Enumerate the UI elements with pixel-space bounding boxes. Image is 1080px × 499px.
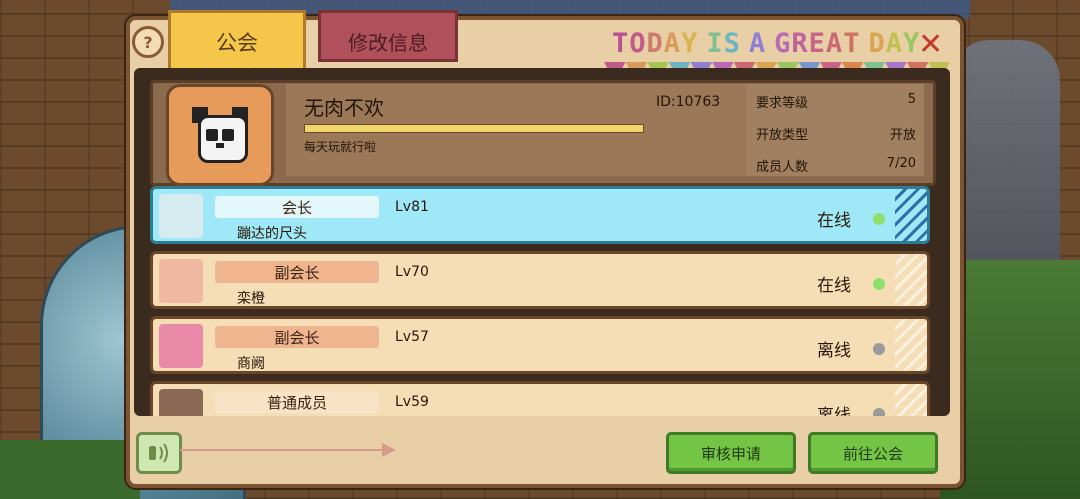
zigzag-decoration <box>895 189 927 241</box>
member-role: 副会长 <box>215 261 379 283</box>
stat-open-type: 开放类型 开放 <box>756 128 916 143</box>
stat-member-count: 成员人数 7/20 <box>756 156 916 175</box>
guild-id: ID:10763 <box>656 94 721 110</box>
status-dot-icon <box>873 278 885 290</box>
guild-motto: 每天玩就行啦 <box>304 140 377 154</box>
tab-guild[interactable]: 公会 <box>168 10 306 76</box>
guild-avatar[interactable] <box>166 84 274 186</box>
member-avatar <box>159 259 203 303</box>
member-name: 商阙 <box>237 356 265 372</box>
stat-required-level: 要求等级 5 <box>756 92 916 111</box>
member-name: 栾橙 <box>237 291 265 307</box>
member-level: Lv59 <box>395 394 429 410</box>
member-row[interactable]: 副会长 栾橙 Lv70 在线 <box>150 251 930 309</box>
member-row[interactable]: 会长 蹦达的尺头 Lv81 在线 <box>150 186 930 244</box>
status-dot-icon <box>873 343 885 355</box>
member-role: 普通成员 <box>215 391 379 413</box>
guild-exp-bar <box>304 124 644 133</box>
status-dot-icon <box>873 213 885 225</box>
tab-edit-info[interactable]: 修改信息 <box>318 10 458 62</box>
member-status: 在线 <box>817 211 851 231</box>
member-status: 离线 <box>817 341 851 361</box>
banner-title: TODAY IS A GREAT DAY <box>612 28 921 59</box>
member-avatar <box>159 194 203 238</box>
member-role: 会长 <box>215 196 379 218</box>
status-dot-icon <box>873 408 885 416</box>
voice-icon[interactable] <box>136 432 182 474</box>
goto-guild-button[interactable]: 前往公会 <box>808 432 938 474</box>
member-name: 蹦达的尺头 <box>237 226 307 242</box>
close-icon[interactable]: ✕ <box>918 30 943 60</box>
review-applications-button[interactable]: 审核申请 <box>666 432 796 474</box>
question-icon[interactable]: ? <box>132 26 164 58</box>
guild-name: 无肉不欢 <box>304 96 384 120</box>
zigzag-decoration <box>895 254 927 306</box>
member-avatar <box>159 389 203 416</box>
zigzag-decoration <box>895 384 927 416</box>
zigzag-decoration <box>895 319 927 371</box>
bushes-left <box>0 440 140 499</box>
member-level: Lv57 <box>395 329 429 345</box>
member-level: Lv81 <box>395 199 429 215</box>
eagle-statue <box>950 40 1060 270</box>
member-row[interactable]: 普通成员 Lv59 离线 <box>150 381 930 416</box>
member-list[interactable]: 会长 蹦达的尺头 Lv81 在线 副会长 栾橙 Lv70 在线 副会长 商阙 L… <box>150 184 932 416</box>
member-status: 离线 <box>817 406 851 416</box>
arrow-decoration <box>180 449 390 451</box>
arrow-head <box>382 443 396 457</box>
member-role: 副会长 <box>215 326 379 348</box>
member-row[interactable]: 副会长 商阙 Lv57 离线 <box>150 316 930 374</box>
panda-icon <box>192 107 248 163</box>
member-level: Lv70 <box>395 264 429 280</box>
member-avatar <box>159 324 203 368</box>
member-status: 在线 <box>817 276 851 296</box>
